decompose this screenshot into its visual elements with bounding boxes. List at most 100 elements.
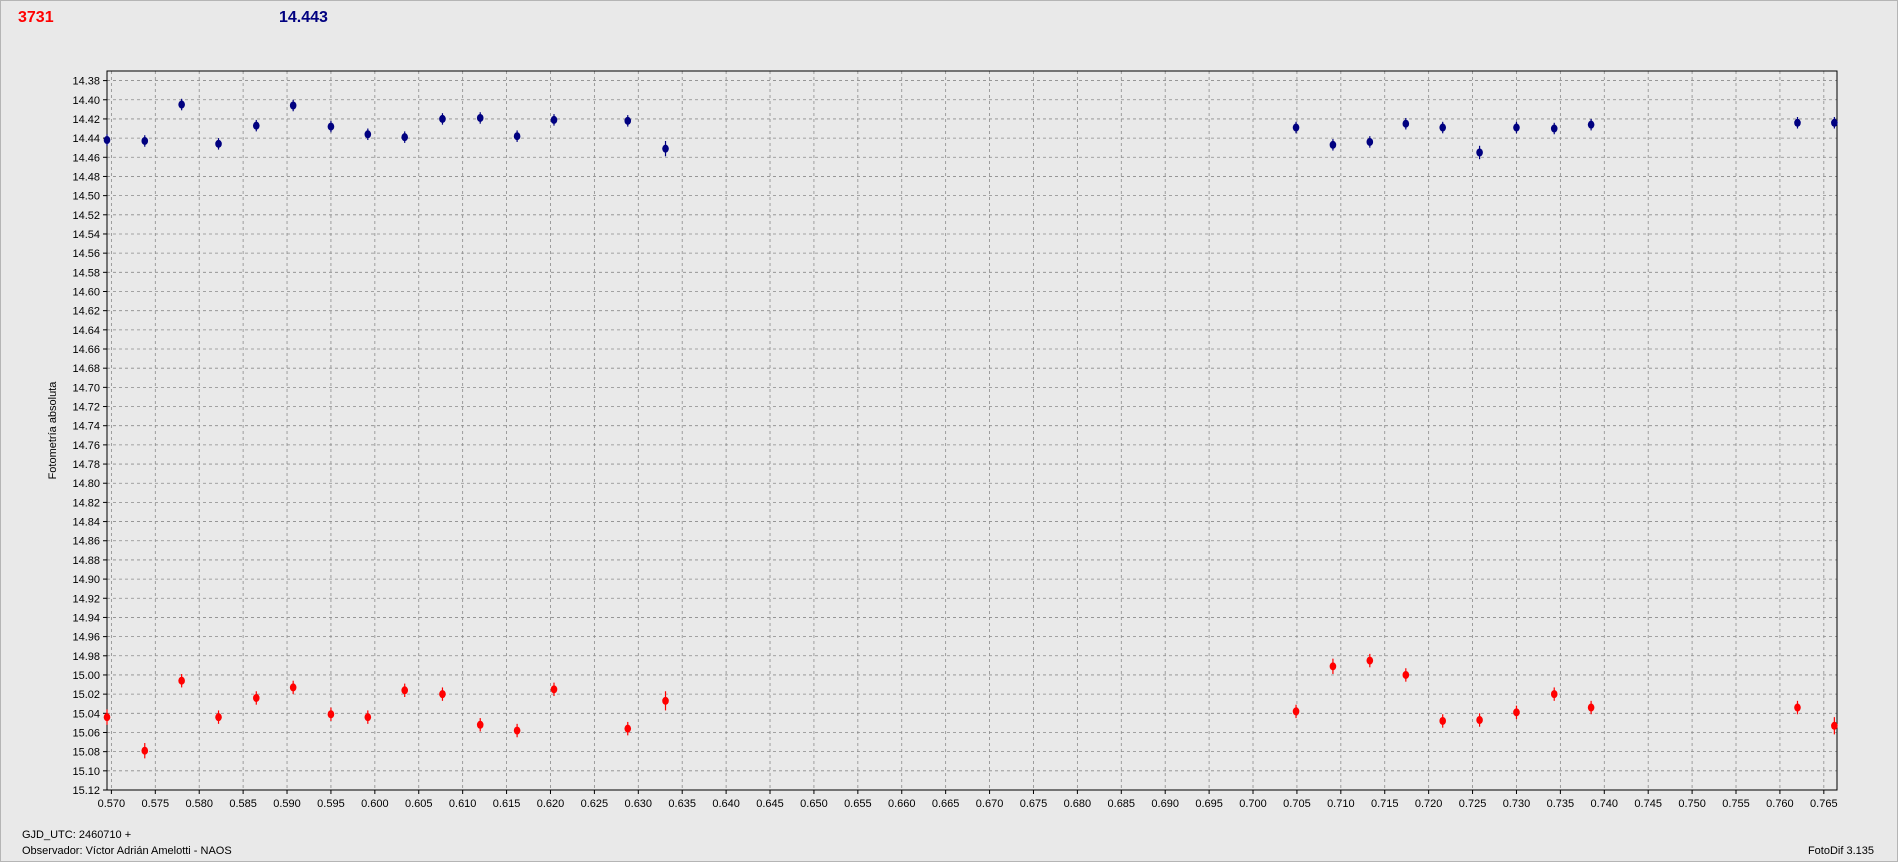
y-tick-label: 14.88	[72, 555, 100, 567]
data-marker	[215, 139, 222, 148]
data-marker	[141, 136, 149, 145]
y-tick-label: 14.48	[72, 171, 100, 183]
data-point	[215, 138, 222, 150]
data-point	[1587, 118, 1595, 131]
y-tick-label: 14.80	[72, 478, 100, 490]
x-tick-label: 0.590	[273, 798, 301, 810]
x-tick-label: 0.570	[98, 798, 126, 810]
data-marker	[624, 116, 632, 125]
x-tick-label: 0.760	[1766, 798, 1794, 810]
y-axis-label: Fotometría absoluta	[47, 381, 59, 480]
x-tick-label: 0.755	[1722, 798, 1750, 810]
data-marker	[327, 710, 335, 719]
data-marker	[550, 115, 558, 124]
data-marker	[1476, 148, 1483, 157]
data-point	[401, 683, 409, 698]
x-tick-label: 0.740	[1591, 798, 1619, 810]
data-point	[624, 721, 632, 736]
data-marker	[1513, 123, 1520, 132]
data-point	[103, 709, 111, 725]
data-marker	[1439, 123, 1447, 132]
data-marker	[1292, 123, 1300, 132]
y-tick-label: 15.08	[72, 747, 100, 759]
x-tick-label: 0.640	[712, 798, 740, 810]
x-tick-label: 0.595	[317, 798, 345, 810]
data-point	[513, 130, 521, 142]
x-axis: 0.570 0.575 0.580 0.585 0.590 0.595 0.600 0.605…	[98, 790, 1838, 810]
data-marker	[1476, 716, 1483, 725]
y-tick-label: 14.60	[72, 286, 100, 298]
version-label: FotoDif 3.135	[1807, 845, 1874, 857]
x-tick-label: 0.580	[185, 798, 213, 810]
x-tick-label: 0.615	[493, 798, 521, 810]
data-point	[327, 120, 335, 133]
data-point	[1329, 139, 1337, 151]
data-marker	[1402, 670, 1410, 679]
data-marker	[1513, 708, 1520, 717]
light-curve-chart[interactable]: 14.38 14.40 14.42 14.44 14.46 14.48 14.50 14.52…	[0, 0, 1898, 862]
data-point	[178, 98, 185, 111]
data-marker	[476, 720, 484, 729]
x-tick-label: 0.610	[449, 798, 477, 810]
y-tick-label: 14.46	[72, 152, 100, 164]
data-point	[513, 723, 521, 738]
x-tick-label: 0.620	[537, 798, 565, 810]
x-tick-label: 0.635	[668, 798, 696, 810]
y-tick-label: 15.10	[72, 766, 100, 778]
x-tick-label: 0.695	[1195, 798, 1223, 810]
y-tick-label: 14.44	[72, 133, 100, 145]
data-marker	[550, 685, 558, 694]
x-tick-label: 0.715	[1371, 798, 1399, 810]
data-point	[662, 140, 669, 157]
data-marker	[252, 121, 260, 130]
data-marker	[401, 133, 409, 142]
y-tick-label: 15.12	[72, 785, 100, 797]
y-tick-label: 14.50	[72, 191, 100, 203]
y-tick-label: 14.84	[72, 517, 100, 529]
data-marker	[1439, 716, 1447, 725]
x-tick-label: 0.725	[1459, 798, 1487, 810]
y-tick-label: 14.62	[72, 306, 100, 318]
data-point	[289, 99, 297, 112]
x-tick-label: 0.710	[1327, 798, 1355, 810]
data-point	[1513, 705, 1520, 720]
data-marker	[662, 696, 669, 705]
x-tick-label: 0.675	[1020, 798, 1048, 810]
data-marker	[439, 114, 446, 123]
data-marker	[1831, 721, 1838, 730]
y-tick-label: 14.76	[72, 440, 100, 452]
x-tick-label: 0.645	[756, 798, 784, 810]
x-tick-label: 0.700	[1239, 798, 1267, 810]
data-marker	[401, 686, 409, 695]
y-tick-label: 14.38	[72, 76, 100, 88]
x-tick-label: 0.585	[229, 798, 257, 810]
y-tick-label: 15.04	[72, 708, 100, 720]
x-tick-label: 0.720	[1415, 798, 1443, 810]
x-tick-label: 0.600	[361, 798, 389, 810]
data-point	[476, 718, 484, 732]
data-point	[289, 680, 297, 695]
y-tick-label: 14.66	[72, 344, 100, 356]
data-point	[550, 114, 558, 126]
data-marker	[327, 122, 335, 131]
data-marker	[439, 690, 446, 699]
data-point	[476, 112, 484, 124]
y-tick-label: 14.96	[72, 632, 100, 644]
data-marker	[513, 132, 521, 141]
data-point	[1794, 700, 1801, 715]
data-point	[178, 674, 185, 688]
y-tick-label: 14.56	[72, 248, 100, 260]
x-tick-label: 0.705	[1283, 798, 1311, 810]
data-point	[1439, 714, 1447, 728]
data-point	[1402, 117, 1410, 130]
y-axis: 14.38 14.40 14.42 14.44 14.46 14.48 14.50 14.52…	[72, 76, 107, 797]
y-tick-label: 14.74	[72, 421, 100, 433]
x-tick-label: 0.660	[888, 798, 916, 810]
data-marker	[289, 101, 297, 110]
data-marker	[103, 713, 111, 722]
x-tick-label: 0.670	[976, 798, 1004, 810]
data-point	[1513, 121, 1520, 134]
data-marker	[178, 676, 185, 685]
data-point	[327, 707, 335, 721]
data-marker	[476, 113, 484, 122]
